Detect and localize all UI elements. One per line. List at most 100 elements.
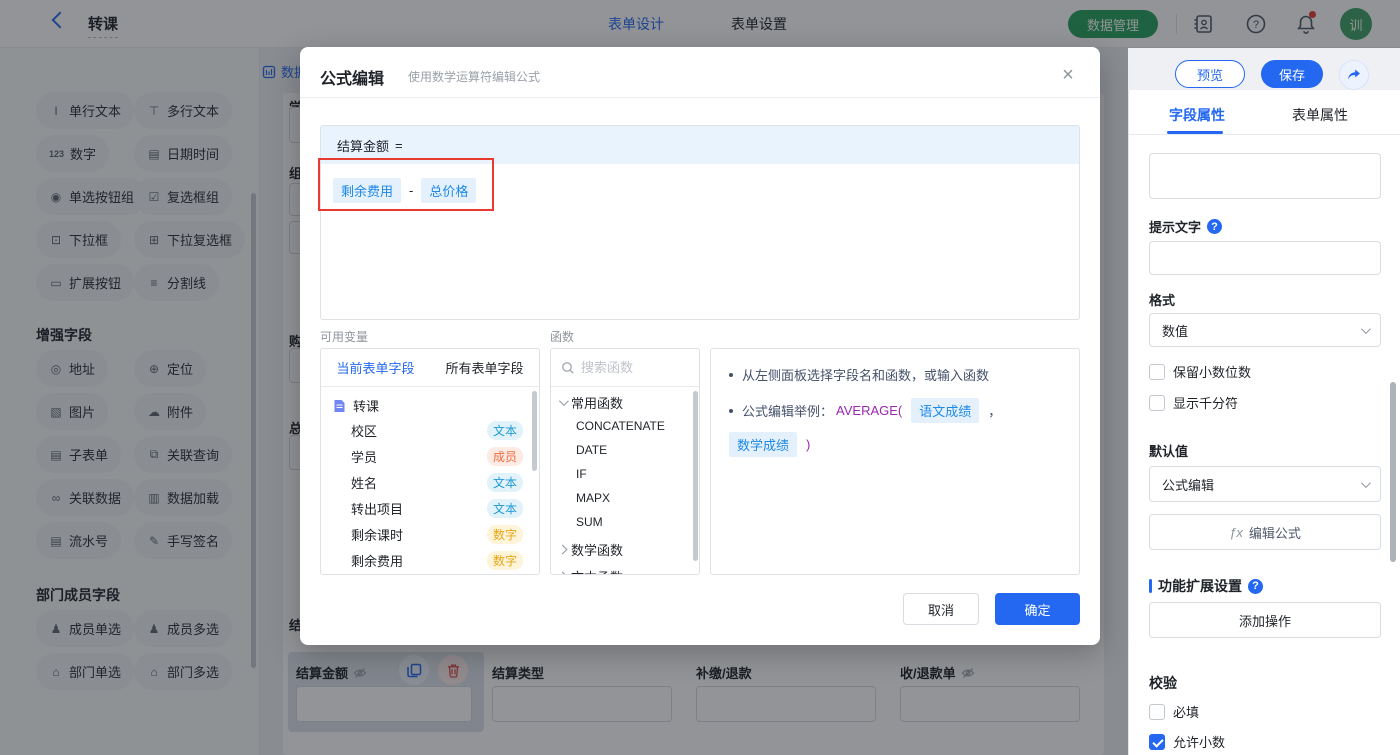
extension-settings-title: 功能扩展设置 ? xyxy=(1149,576,1263,596)
functions-panel: 常用函数 CONCATENATE DATE IF MAPX SUM 数学函数 文… xyxy=(550,348,700,575)
function-group-text[interactable]: 文本函数 xyxy=(551,561,699,575)
question-icon[interactable]: ? xyxy=(1248,579,1263,594)
function-item[interactable]: DATE xyxy=(551,438,699,462)
default-value: 公式编辑 xyxy=(1162,475,1214,494)
hint-text-label: 提示文字 ? xyxy=(1149,217,1222,236)
variables-tabs: 当前表单字段 所有表单字段 xyxy=(321,349,539,387)
function-group-label: 文本函数 xyxy=(571,567,623,575)
function-item[interactable]: MAPX xyxy=(551,486,699,510)
formula-editor-box[interactable]: 结算金额 = 剩余费用 - 总价格 xyxy=(320,125,1080,320)
variable-name: 姓名 xyxy=(351,473,377,492)
modal-title: 公式编辑 xyxy=(320,65,384,89)
divider xyxy=(1129,134,1400,135)
function-item[interactable]: IF xyxy=(551,462,699,486)
function-item[interactable]: CONCATENATE xyxy=(551,414,699,438)
checkbox-label: 允许小数 xyxy=(1173,732,1225,751)
function-search-row xyxy=(551,349,699,387)
function-group-label: 数学函数 xyxy=(571,540,623,559)
modal-backdrop xyxy=(0,0,1400,48)
variable-row[interactable]: 校区 文本 xyxy=(321,417,539,443)
variable-row[interactable]: 姓名文本 xyxy=(321,469,539,495)
tab-form-properties[interactable]: 表单属性 xyxy=(1292,105,1348,125)
checkbox-label: 必填 xyxy=(1173,702,1199,721)
thousand-separator-checkbox-row[interactable]: 显示千分符 xyxy=(1149,393,1238,412)
checkbox-label: 保留小数位数 xyxy=(1173,362,1251,381)
default-value-select[interactable]: 公式编辑 xyxy=(1149,466,1381,502)
app-window: 转课 表单设计 表单设置 数据管理 ? 训 表单外链 后端脚本 数据权限 I单行… xyxy=(0,0,1400,755)
type-badge: 文本 xyxy=(487,499,523,518)
variable-name: 剩余费用 xyxy=(351,551,403,570)
help-line: 从左侧面板选择字段名和函数，或输入函数 xyxy=(729,365,1061,384)
variable-row[interactable]: 转出项目文本 xyxy=(321,495,539,521)
form-doc-icon xyxy=(333,399,346,413)
example-field-chip: 语文成绩 xyxy=(911,398,979,423)
functions-section-label: 函数 xyxy=(550,328,574,345)
red-highlight-annotation xyxy=(318,158,494,211)
checkbox-unchecked[interactable] xyxy=(1149,395,1165,411)
allow-decimal-checkbox-row[interactable]: 允许小数 xyxy=(1149,732,1225,751)
default-value-label: 默认值 xyxy=(1149,441,1188,460)
tab-all-form-fields[interactable]: 所有表单字段 xyxy=(430,358,539,377)
keep-decimal-checkbox-row[interactable]: 保留小数位数 xyxy=(1149,362,1251,381)
functions-scrollbar[interactable] xyxy=(693,391,698,561)
fx-icon: ƒx xyxy=(1229,525,1243,540)
panel-scrollbar[interactable] xyxy=(1390,382,1396,562)
edit-formula-label: 编辑公式 xyxy=(1249,523,1301,542)
checkbox-label: 显示千分符 xyxy=(1173,393,1238,412)
hint-text-input[interactable] xyxy=(1149,241,1381,275)
example-function-close: ) xyxy=(806,437,810,452)
example-function-open: AVERAGE( xyxy=(836,403,902,418)
variable-row[interactable]: 剩余费用数字 xyxy=(321,547,539,573)
variable-name: 剩余课时 xyxy=(351,525,403,544)
type-badge: 文本 xyxy=(487,421,523,440)
close-icon[interactable]: × xyxy=(1056,63,1080,87)
form-root-label: 转课 xyxy=(353,396,379,415)
question-icon[interactable]: ? xyxy=(1207,219,1222,234)
function-group-math[interactable]: 数学函数 xyxy=(551,534,699,561)
variables-section-label: 可用变量 xyxy=(320,328,368,345)
add-action-button[interactable]: 添加操作 xyxy=(1149,602,1381,638)
scrolled-textarea-remnant[interactable] xyxy=(1149,153,1381,199)
chevron-down-icon xyxy=(1361,324,1371,334)
form-tree-root[interactable]: 转课 xyxy=(321,387,539,417)
equals-sign: = xyxy=(395,138,403,153)
type-badge: 数字 xyxy=(487,525,523,544)
format-value: 数值 xyxy=(1162,321,1188,340)
function-item[interactable]: SUM xyxy=(551,510,699,534)
preview-button[interactable]: 预览 xyxy=(1175,60,1245,88)
right-column: 预览 保存 字段属性 表单属性 提示文字 ? 格式 数值 xyxy=(1128,48,1400,755)
formula-help-panel: 从左侧面板选择字段名和函数，或输入函数 公式编辑举例： AVERAGE( 语文成… xyxy=(710,348,1080,575)
help-example-line: 公式编辑举例： AVERAGE( 语文成绩 ， 数学成绩 ) xyxy=(729,398,1061,457)
format-label: 格式 xyxy=(1149,290,1175,309)
tab-current-form-fields[interactable]: 当前表单字段 xyxy=(321,358,430,377)
variable-row[interactable]: 学员成员 xyxy=(321,443,539,469)
chevron-right-icon xyxy=(558,572,568,575)
search-icon xyxy=(561,361,575,375)
required-checkbox-row[interactable]: 必填 xyxy=(1149,702,1199,721)
variables-scrollbar[interactable] xyxy=(532,391,537,471)
function-group-common[interactable]: 常用函数 xyxy=(551,387,699,414)
checkbox-checked[interactable] xyxy=(1149,734,1165,750)
function-search-input[interactable] xyxy=(581,360,681,375)
chevron-right-icon xyxy=(558,545,568,555)
tab-field-properties[interactable]: 字段属性 xyxy=(1169,105,1225,125)
formula-editor-modal: 公式编辑 使用数学运算符编辑公式 × 结算金额 = 剩余费用 - 总价格 可用变… xyxy=(300,47,1100,645)
divider xyxy=(300,97,1100,98)
share-button[interactable] xyxy=(1339,60,1369,90)
function-group-label: 常用函数 xyxy=(571,393,623,412)
chevron-down-icon xyxy=(1361,478,1371,488)
hint-text-label-text: 提示文字 xyxy=(1149,217,1201,236)
confirm-button[interactable]: 确定 xyxy=(995,593,1080,625)
example-comma: ， xyxy=(988,401,1001,420)
help-example-prefix: 公式编辑举例： xyxy=(742,401,833,420)
modal-subtitle: 使用数学运算符编辑公式 xyxy=(408,68,540,85)
cancel-button[interactable]: 取消 xyxy=(903,593,979,625)
save-button[interactable]: 保存 xyxy=(1261,60,1323,88)
checkbox-unchecked[interactable] xyxy=(1149,704,1165,720)
checkbox-unchecked[interactable] xyxy=(1149,364,1165,380)
variable-row[interactable]: 剩余课时 数字 xyxy=(321,521,539,547)
formula-target-field: 结算金额 xyxy=(337,136,389,155)
variable-name: 校区 xyxy=(351,421,377,440)
edit-formula-button[interactable]: ƒx 编辑公式 xyxy=(1149,514,1381,550)
format-select[interactable]: 数值 xyxy=(1149,313,1381,347)
